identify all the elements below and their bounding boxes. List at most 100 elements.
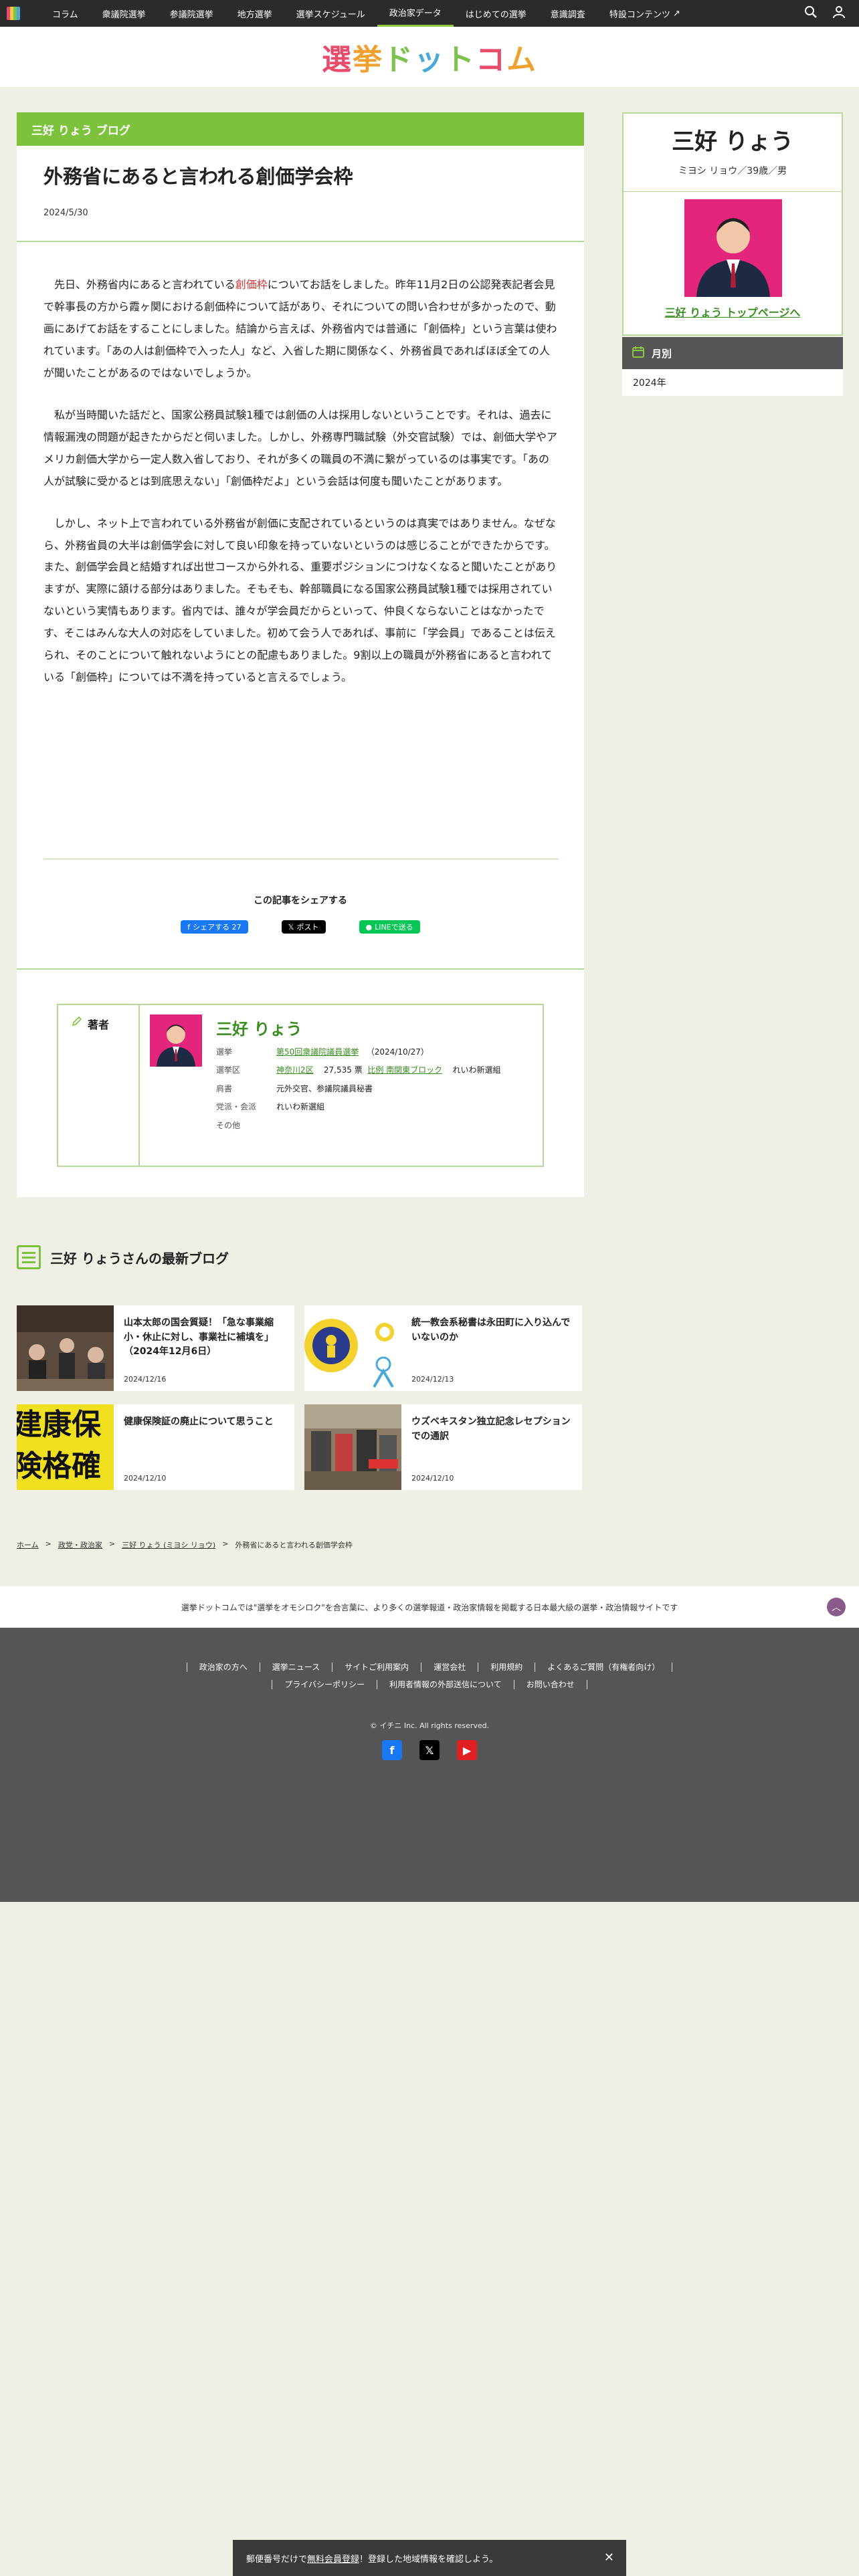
author-box: 著者 三好 りょう 選挙 第50回衆議院議員選挙 （2024/10/27） 選挙… (57, 1004, 544, 1167)
paragraph-1-text-a: 先日、外務省内にあると言われている (54, 278, 235, 291)
breadcrumb-home[interactable]: ホーム (17, 1539, 39, 1550)
thumbnail-text: 建康保険格確認 (17, 1408, 101, 1483)
search-icon[interactable] (804, 5, 818, 21)
x-post-button[interactable]: 𝕏 ポスト (281, 920, 326, 934)
line-share-label: LINEで送る (375, 923, 413, 932)
facebook-icon[interactable]: f (382, 1740, 402, 1760)
latest-blogs-title: 三好 りょうさんの最新ブログ (50, 1250, 229, 1267)
nav-item-schedule[interactable]: 選挙スケジュール (284, 0, 377, 27)
blog-card-date: 2024/12/16 (124, 1375, 167, 1384)
breadcrumb-parties[interactable]: 政党・政治家 (58, 1539, 102, 1550)
blog-card-title: 健康保険証の廃止について思うこと (124, 1416, 274, 1427)
blog-card-date: 2024/12/10 (124, 1474, 167, 1483)
district-link[interactable]: 神奈川2区 (276, 1065, 314, 1075)
blog-thumbnail (304, 1404, 401, 1490)
breadcrumb-politician[interactable]: 三好 りょう (ミヨシ リョウ) (122, 1539, 215, 1550)
nav-item-survey[interactable]: 意識調査 (539, 0, 597, 27)
author-key: 党派・会派 (216, 1102, 257, 1112)
footer-link[interactable]: 政治家の方へ (186, 1662, 260, 1672)
nav-item-local-election[interactable]: 地方選挙 (225, 0, 284, 27)
blog-card[interactable]: 建康保険格確認 健康保険証の廃止について思うこと 2024/12/10 (17, 1404, 294, 1490)
breadcrumb-separator: > (108, 1539, 116, 1548)
line-share-button[interactable]: ● LINEで送る (359, 920, 420, 934)
youtube-icon[interactable]: ▶ (457, 1740, 477, 1760)
blog-card[interactable]: 山本太郎の国会質疑！「急な事業縮小・休止に対し、事業社に補填を」（2024年12… (17, 1305, 294, 1391)
user-icon[interactable] (832, 5, 846, 21)
share-title: この記事をシェアする (254, 895, 347, 906)
divider (624, 191, 842, 192)
paragraph-1-text-b: についてお話をしました。昨年11月2日の公認発表記者会見で幹事長の方から霞ヶ関に… (43, 278, 557, 379)
sidebar-photo[interactable] (684, 199, 782, 297)
monthly-archive-header: 月別 (622, 337, 843, 369)
registration-banner: 郵便番号だけで 無料会員登録 ！登録した地域情報を確認しよう。 ✕ (233, 2540, 626, 2576)
blog-label: 三好 りょう ブログ (17, 112, 584, 146)
blog-card[interactable]: 統一教会系秘書は永田町に入り込んでいないのか 2024/12/13 (304, 1305, 582, 1391)
brand-bar: 選挙ドットコム (0, 27, 859, 87)
footer-link[interactable]: お問い合わせ (513, 1680, 587, 1689)
facebook-share-button[interactable]: f シェアする 27 (181, 920, 248, 934)
free-registration-link[interactable]: 無料会員登録 (307, 2552, 359, 2565)
blog-card[interactable]: ウズベキスタン独立記念レセプションでの通訳 2024/12/10 (304, 1404, 582, 1490)
nav-item-first-election[interactable]: はじめての選挙 (454, 0, 539, 27)
banner-text-pre: 郵便番号だけで (246, 2554, 308, 2565)
calendar-icon (632, 345, 645, 361)
author-value (276, 1119, 537, 1132)
nav-item-upper-house-election[interactable]: 参議院選挙 (158, 0, 225, 27)
facebook-share-label: シェアする 27 (193, 923, 242, 932)
author-name-link[interactable]: 三好 りょう (216, 1016, 302, 1039)
author-value: れいわ新選組 (276, 1102, 325, 1112)
footer-link[interactable]: よくあるご質問（有権者向け） (535, 1662, 673, 1672)
article-title: 外務省にあると言われる創価学会枠 (43, 165, 353, 188)
nav-item-politician-data[interactable]: 政治家データ (377, 0, 454, 27)
author-row-district: 選挙区 神奈川2区 27,535 票 比例 南関東ブロック れいわ新選組 (216, 1063, 537, 1077)
chevron-up-icon: ︿ (832, 1602, 841, 1613)
author-row-party: 党派・会派 れいわ新選組 (216, 1100, 537, 1113)
x-icon: 𝕏 (288, 922, 294, 932)
article-card: 三好 りょう ブログ 外務省にあると言われる創価学会枠 2024/5/30 先日… (17, 112, 584, 1197)
footer-link[interactable]: サイトご利用案内 (332, 1662, 421, 1672)
nav-item-column[interactable]: コラム (40, 0, 90, 27)
election-link[interactable]: 第50回衆議院議員選挙 (276, 1047, 359, 1057)
line-icon: ● (365, 922, 373, 932)
keyword-link[interactable]: 創価枠 (235, 278, 268, 291)
author-key: その他 (216, 1120, 241, 1130)
author-photo[interactable] (150, 1014, 202, 1067)
author-row-title: 肩書 元外交官、参議院議員秘書 (216, 1082, 537, 1095)
author-details: 選挙 第50回衆議院議員選挙 （2024/10/27） 選挙区 神奈川2区 27… (216, 1045, 537, 1137)
x-post-label: ポスト (296, 923, 319, 932)
nav-item-special[interactable]: 特設コンテンツ ↗ (597, 0, 692, 27)
nav-item-house-election[interactable]: 衆議院選挙 (90, 0, 158, 27)
sidebar-top-page-link[interactable]: 三好 りょう トップページへ (624, 304, 842, 320)
nav-items: コラム 衆議院選挙 参議院選挙 地方選挙 選挙スケジュール 政治家データ はじめ… (40, 0, 692, 27)
proportional-block-link[interactable]: 比例 南関東ブロック (367, 1065, 442, 1075)
divider (17, 241, 584, 242)
blog-card-date: 2024/12/13 (411, 1375, 454, 1384)
share-buttons: f シェアする 27 𝕏 ポスト ● LINEで送る (17, 920, 584, 934)
site-logo[interactable]: 選挙ドットコム (322, 35, 537, 78)
paragraph-2: 私が当時聞いた話だと、国家公務員試験1種では創価の人は採用しないということです。… (43, 408, 558, 488)
blog-card-title: ウズベキスタン独立記念レセプションでの通訳 (411, 1416, 571, 1442)
external-link-icon: ↗ (672, 8, 680, 19)
blog-card-title: 統一教会系秘書は永田町に入り込んでいないのか (411, 1317, 571, 1343)
paragraph-1: 先日、外務省内にあると言われている創価枠についてお話をしました。昨年11月2日の… (43, 274, 559, 385)
footer-link[interactable]: 利用者情報の外部送信について (377, 1680, 514, 1689)
x-icon[interactable]: 𝕏 (419, 1740, 440, 1760)
footer-link[interactable]: 選挙ニュース (259, 1662, 332, 1672)
footer-link[interactable]: プライバシーポリシー (272, 1680, 377, 1689)
site-mini-logo[interactable] (0, 0, 27, 27)
blog-thumbnail (304, 1305, 401, 1391)
close-icon[interactable]: ✕ (604, 2551, 614, 2565)
footer-link[interactable]: 運営会社 (421, 1662, 478, 1672)
author-key: 選挙 (216, 1047, 233, 1057)
sidebar-profile: 三好 りょう ミヨシ リョウ／39歳／男 三好 りょう トップページへ (622, 112, 843, 336)
author-key: 選挙区 (216, 1065, 241, 1075)
blog-list-icon (17, 1245, 41, 1269)
blog-thumbnail: 建康保険格確認 (17, 1404, 114, 1490)
back-to-top-button[interactable]: ︿ (827, 1598, 846, 1616)
party-name: れいわ新選組 (452, 1065, 501, 1075)
footer-link[interactable]: 利用規約 (478, 1662, 535, 1672)
author-row-election: 選挙 第50回衆議院議員選挙 （2024/10/27） (216, 1045, 537, 1059)
footer-links-row-2: プライバシーポリシー 利用者情報の外部送信について お問い合わせ (0, 1680, 859, 1689)
breadcrumb-current: 外務省にあると言われる創価学会枠 (235, 1541, 353, 1549)
archive-year-2024[interactable]: 2024年 (622, 369, 843, 396)
